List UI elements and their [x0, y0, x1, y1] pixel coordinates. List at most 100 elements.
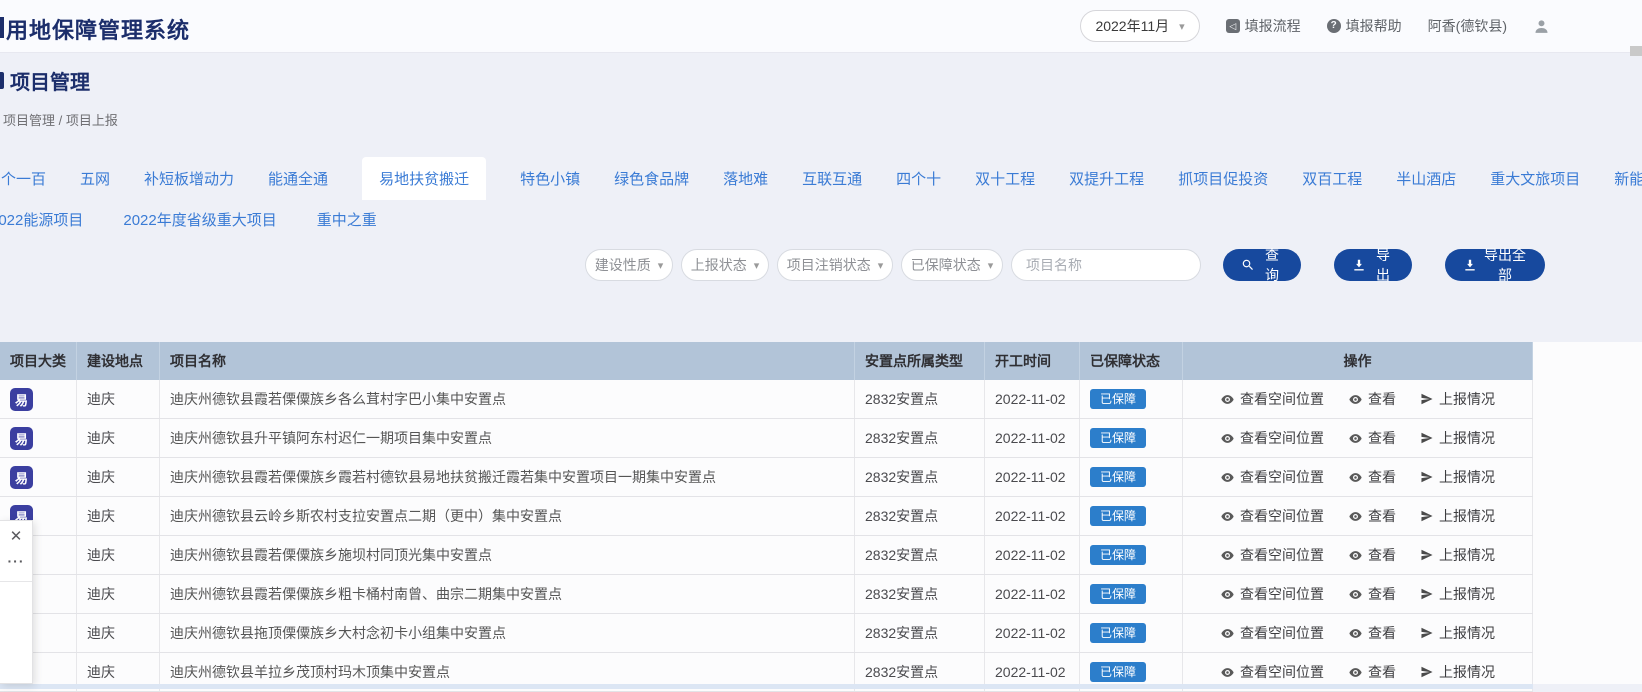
view-spatial-location-link[interactable]: 查看空间位置	[1220, 467, 1324, 487]
tab-抓项目促投资[interactable]: 抓项目促投资	[1178, 168, 1268, 189]
report-status-link[interactable]: 上报情况	[1420, 662, 1495, 682]
tab-能通全通[interactable]: 能通全通	[268, 168, 328, 189]
action-label: 上报情况	[1439, 662, 1495, 682]
col-header-type: 安置点所属类型	[855, 342, 985, 380]
tab-半山酒店[interactable]: 半山酒店	[1396, 168, 1456, 189]
location-cell: 迪庆	[77, 419, 160, 457]
filter-dropdown-已保障状态[interactable]: 已保障状态▾	[901, 249, 1003, 281]
view-spatial-location-link[interactable]: 查看空间位置	[1220, 584, 1324, 604]
filter-pills: 建设性质▾上报状态▾项目注销状态▾已保障状态▾	[585, 249, 1003, 281]
tab-落地难[interactable]: 落地难	[723, 168, 768, 189]
status-cell: 已保障	[1080, 380, 1183, 418]
tab-重中之重[interactable]: 重中之重	[317, 209, 377, 230]
scrollbar-thumb[interactable]	[1630, 46, 1642, 56]
action-label: 查看	[1368, 584, 1396, 604]
fill-help-link[interactable]: ? 填报帮助	[1327, 16, 1402, 36]
report-status-link[interactable]: 上报情况	[1420, 545, 1495, 565]
action-label: 上报情况	[1439, 467, 1495, 487]
view-link[interactable]: 查看	[1348, 389, 1396, 409]
chevron-down-icon: ▾	[658, 259, 664, 272]
tab-五网[interactable]: 五网	[80, 168, 110, 189]
view-spatial-location-link[interactable]: 查看空间位置	[1220, 506, 1324, 526]
location-cell: 迪庆	[77, 575, 160, 613]
tab-特色小镇[interactable]: 特色小镇	[520, 168, 580, 189]
chevron-down-icon: ▾	[878, 259, 884, 272]
view-link[interactable]: 查看	[1348, 545, 1396, 565]
tab-易地扶贫搬迁[interactable]: 易地扶贫搬迁	[362, 157, 486, 200]
tab-双十工程[interactable]: 双十工程	[975, 168, 1035, 189]
month-selector[interactable]: 2022年11月 ▾	[1080, 10, 1199, 42]
title-partial-glyph	[0, 17, 4, 38]
search-button[interactable]: 查询	[1223, 249, 1301, 281]
view-link[interactable]: 查看	[1348, 662, 1396, 682]
tab-绿色食品牌[interactable]: 绿色食品牌	[614, 168, 689, 189]
status-badge: 已保障	[1090, 662, 1146, 682]
view-spatial-location-link[interactable]: 查看空间位置	[1220, 662, 1324, 682]
project-name-cell: 迪庆州德钦县霞若傈僳族乡粗卡桶村南曾、曲宗二期集中安置点	[160, 575, 855, 613]
export-button[interactable]: 导出	[1334, 249, 1412, 281]
table-body: 易迪庆迪庆州德钦县霞若傈僳族乡各么茸村字巴小集中安置点2832安置点2022-1…	[0, 380, 1533, 692]
action-label: 查看	[1368, 662, 1396, 682]
tab-四个一百[interactable]: 四个一百	[0, 168, 46, 189]
view-spatial-location-link[interactable]: 查看空间位置	[1220, 623, 1324, 643]
col-header-location: 建设地点	[77, 342, 160, 380]
filter-dropdown-上报状态[interactable]: 上报状态▾	[681, 249, 769, 281]
tab-2022年度省级重大项目[interactable]: 2022年度省级重大项目	[123, 209, 276, 230]
more-icon[interactable]: ···	[0, 553, 32, 569]
status-cell: 已保障	[1080, 458, 1183, 496]
col-header-name: 项目名称	[160, 342, 855, 380]
paper-plane-icon	[1420, 509, 1434, 523]
action-label: 查看	[1368, 506, 1396, 526]
action-label: 上报情况	[1439, 623, 1495, 643]
view-link[interactable]: 查看	[1348, 506, 1396, 526]
start-date-cell: 2022-11-02	[985, 497, 1080, 535]
tab-2022能源项目[interactable]: 2022能源项目	[0, 209, 83, 230]
report-status-link[interactable]: 上报情况	[1420, 506, 1495, 526]
tab-互联互通[interactable]: 互联互通	[802, 168, 862, 189]
tab-补短板增动力[interactable]: 补短板增动力	[144, 168, 234, 189]
view-link[interactable]: 查看	[1348, 428, 1396, 448]
page-title: 项目管理	[10, 66, 90, 95]
view-spatial-location-link[interactable]: 查看空间位置	[1220, 428, 1324, 448]
col-header-actions: 操作	[1183, 342, 1533, 380]
paper-plane-icon	[1420, 431, 1434, 445]
view-link[interactable]: 查看	[1348, 467, 1396, 487]
close-icon[interactable]: ✕	[0, 527, 32, 545]
view-link[interactable]: 查看	[1348, 584, 1396, 604]
report-status-link[interactable]: 上报情况	[1420, 584, 1495, 604]
eye-icon	[1348, 509, 1363, 524]
report-status-link[interactable]: 上报情况	[1420, 623, 1495, 643]
view-link[interactable]: 查看	[1348, 623, 1396, 643]
tab-四个十[interactable]: 四个十	[896, 168, 941, 189]
fill-process-link[interactable]: ◁ 填报流程	[1226, 16, 1301, 36]
download-icon	[1352, 258, 1366, 272]
user-name[interactable]: 阿香(德钦县)	[1428, 16, 1507, 36]
status-cell: 已保障	[1080, 419, 1183, 457]
tab-双提升工程[interactable]: 双提升工程	[1069, 168, 1144, 189]
tab-row-2: 2022能源项目 2022年度省级重大项目 重中之重	[0, 202, 377, 236]
type-cell: 2832安置点	[855, 419, 985, 457]
filter-dropdown-项目注销状态[interactable]: 项目注销状态▾	[777, 249, 893, 281]
project-name-cell: 迪庆州德钦县霞若傈僳族乡施坝村同顶光集中安置点	[160, 536, 855, 574]
page-title-icon	[0, 72, 4, 89]
view-spatial-location-link[interactable]: 查看空间位置	[1220, 389, 1324, 409]
filter-dropdown-建设性质[interactable]: 建设性质▾	[585, 249, 673, 281]
view-spatial-location-link[interactable]: 查看空间位置	[1220, 545, 1324, 565]
tab-重大文旅项目[interactable]: 重大文旅项目	[1490, 168, 1580, 189]
breadcrumb[interactable]: 项目管理 / 项目上报	[3, 110, 118, 129]
report-status-link[interactable]: 上报情况	[1420, 467, 1495, 487]
tab-新能源项目[interactable]: 新能源项目	[1614, 168, 1642, 189]
export-all-button[interactable]: 导出全部	[1445, 249, 1545, 281]
report-status-link[interactable]: 上报情况	[1420, 428, 1495, 448]
action-label: 上报情况	[1439, 389, 1495, 409]
user-icon[interactable]	[1533, 18, 1550, 35]
table-header: 项目大类 建设地点 项目名称 安置点所属类型 开工时间 已保障状态 操作	[0, 342, 1533, 380]
action-label: 查看空间位置	[1240, 584, 1324, 604]
tab-双百工程[interactable]: 双百工程	[1302, 168, 1362, 189]
paper-plane-icon	[1420, 665, 1434, 679]
report-status-link[interactable]: 上报情况	[1420, 389, 1495, 409]
type-cell: 2832安置点	[855, 458, 985, 496]
actions-cell: 查看空间位置 查看 上报情况	[1183, 458, 1533, 496]
location-cell: 迪庆	[77, 458, 160, 496]
project-name-input[interactable]	[1011, 249, 1201, 281]
